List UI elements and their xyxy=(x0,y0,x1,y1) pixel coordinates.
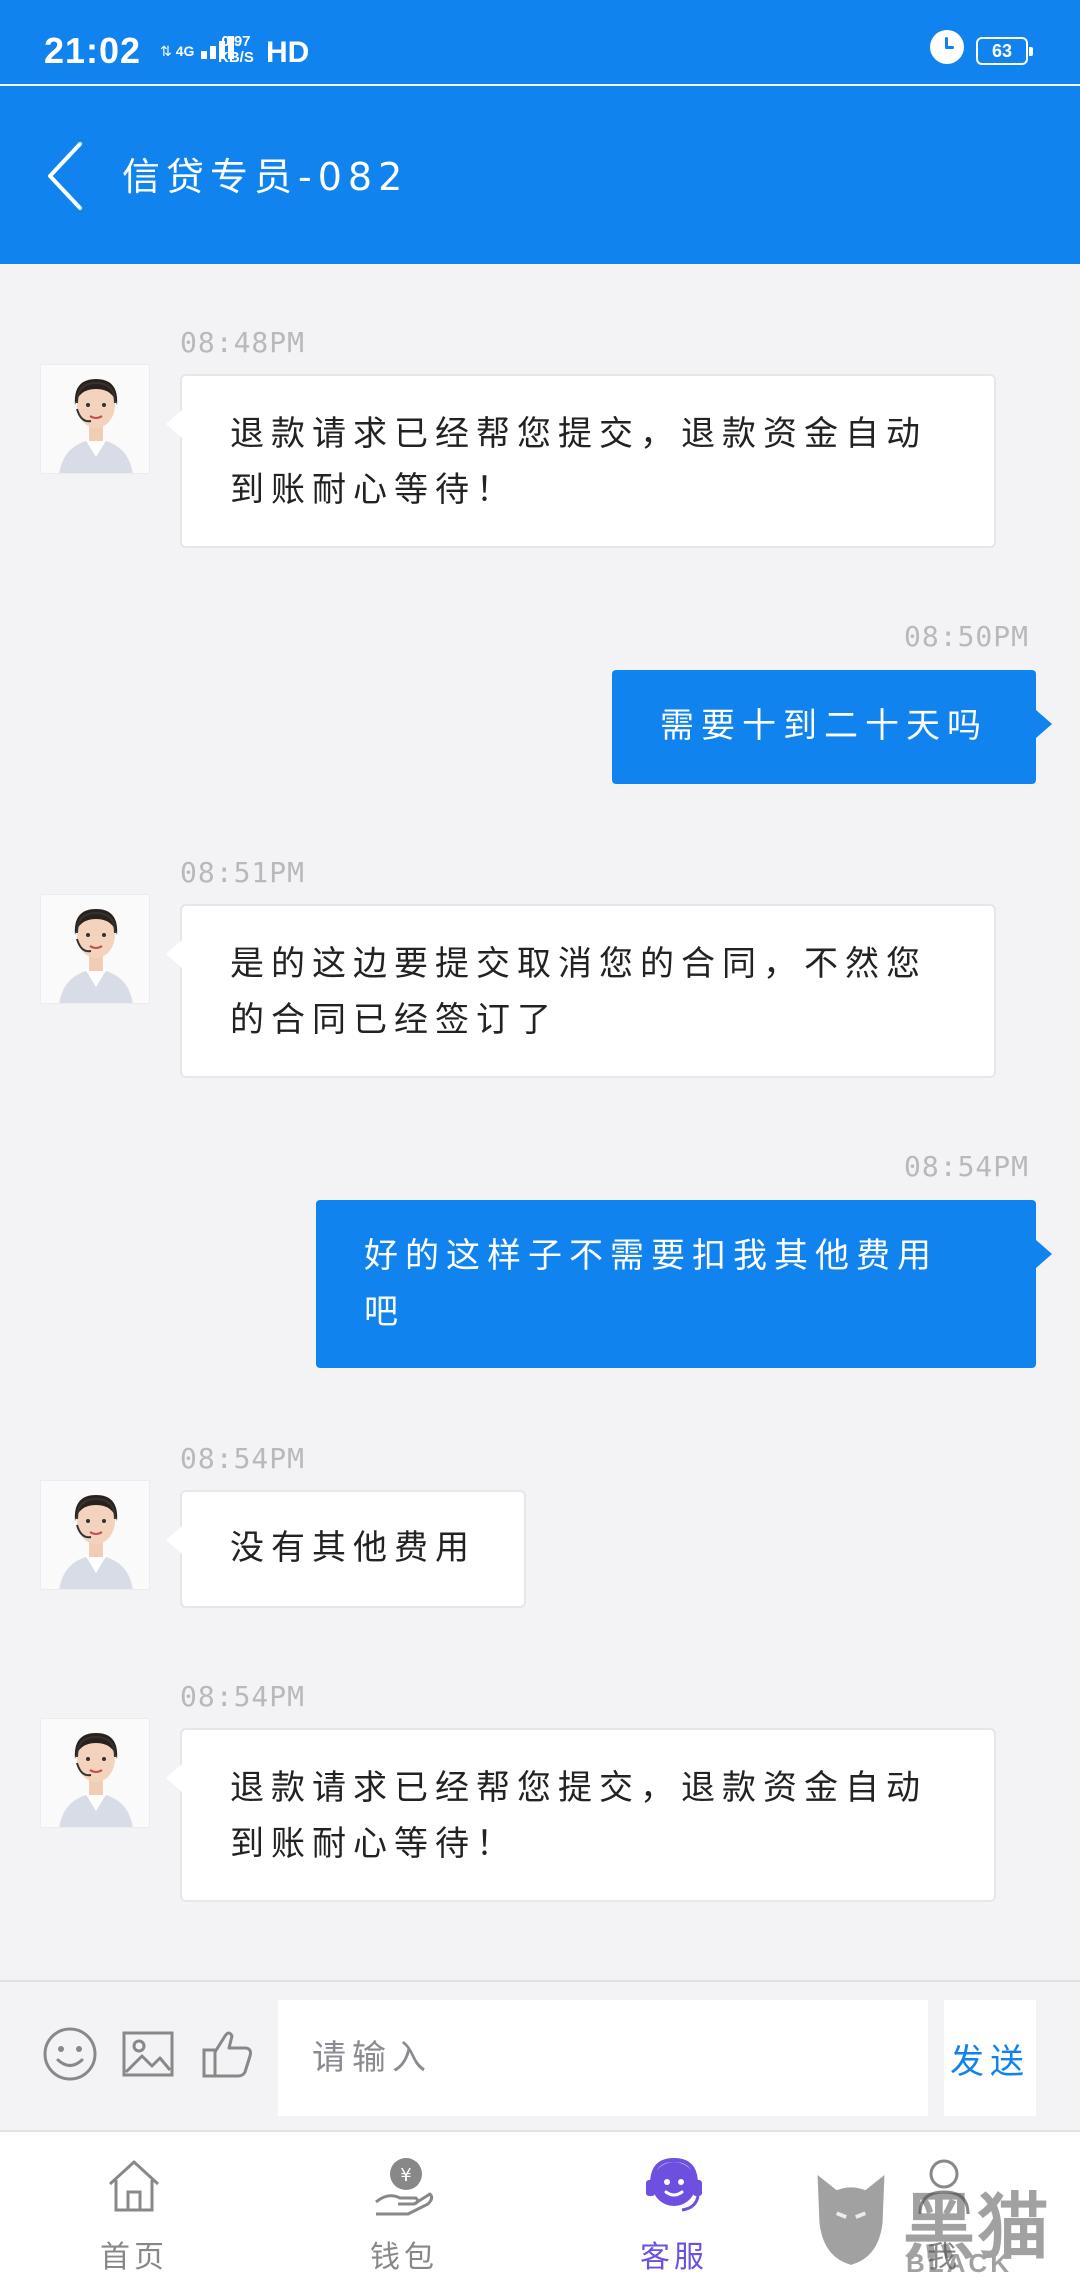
message-bubble[interactable]: 是的这边要提交取消您的合同，不然您 的合同已经签订了 xyxy=(166,904,996,1078)
message-line: 没有其他费用 xyxy=(230,1528,476,1568)
agent-avatar xyxy=(40,1480,150,1590)
wallet-icon: ¥ xyxy=(368,2150,440,2222)
emoji-button[interactable] xyxy=(40,2024,100,2084)
thumbs-up-icon xyxy=(202,2031,252,2078)
nav-item-home[interactable]: 首页 xyxy=(44,2132,224,2280)
network-type: 4G xyxy=(175,43,195,59)
message-line: 需要十到二十天吗 xyxy=(660,706,988,746)
message-line: 的合同已经签订了 xyxy=(230,1000,558,1040)
nav-item-wallet[interactable]: ¥ 钱包 xyxy=(314,2132,494,2280)
agent-photo xyxy=(41,895,149,1003)
message-bubble[interactable]: 好的这样子不需要扣我其他费用 吧 xyxy=(316,1200,1052,1368)
svg-text:¥: ¥ xyxy=(400,2165,411,2186)
message-bubble[interactable]: 退款请求已经帮您提交，退款资金自动 到账耐心等待！ xyxy=(166,374,996,548)
agent-photo xyxy=(41,365,149,473)
watermark-subtext: BLACK CAT xyxy=(906,2248,1012,2280)
hd-indicator: HD xyxy=(266,36,310,69)
message-timestamp: 08:54PM xyxy=(904,1150,1030,1183)
message-line: 退款请求已经帮您提交，退款资金自动 xyxy=(230,1768,927,1808)
message-timestamp: 08:54PM xyxy=(180,1680,306,1713)
message-input[interactable] xyxy=(278,2000,928,2116)
nav-label: 首页 xyxy=(100,2240,168,2275)
home-icon xyxy=(98,2150,170,2222)
message-timestamp: 08:54PM xyxy=(180,1442,306,1475)
agent-photo xyxy=(41,1481,149,1589)
message-line: 退款请求已经帮您提交，退款资金自动 xyxy=(230,414,927,454)
message-timestamp: 08:48PM xyxy=(180,326,306,359)
message-bubble[interactable]: 需要十到二十天吗 xyxy=(612,670,1052,784)
message-timestamp: 08:50PM xyxy=(904,620,1030,653)
back-button[interactable] xyxy=(38,136,98,216)
emoji-icon xyxy=(43,2027,97,2081)
chevron-left-icon xyxy=(48,142,82,210)
message-bubble[interactable]: 退款请求已经帮您提交，退款资金自动 到账耐心等待！ xyxy=(166,1728,996,1902)
agent-avatar xyxy=(40,894,150,1004)
send-button[interactable]: 发送 xyxy=(944,2000,1036,2116)
nav-label: 客服 xyxy=(640,2240,708,2275)
message-line: 是的这边要提交取消您的合同，不然您 xyxy=(230,944,927,984)
chat-header: 信贷专员-082 xyxy=(0,86,1080,264)
status-bar: 21:02 ⇅ 4G 0.97 KB/S HD 63 xyxy=(0,0,1080,84)
message-line: 到账耐心等待！ xyxy=(230,470,517,510)
message-bubble[interactable]: 没有其他费用 xyxy=(166,1490,526,1608)
chat-area[interactable]: 08:48PM 退款请求已经帮您提交，退款资金自动 到账耐心等待！ 08:50P… xyxy=(0,264,1080,1980)
black-cat-watermark: 黑猫 BLACK CAT xyxy=(808,2160,1080,2280)
network-speed: 0.97 KB/S xyxy=(218,34,254,66)
image-button[interactable] xyxy=(118,2024,178,2084)
nav-item-customer-service[interactable]: 客服 xyxy=(584,2132,764,2280)
message-timestamp: 08:51PM xyxy=(180,856,306,889)
agent-photo xyxy=(41,1719,149,1827)
alarm-icon xyxy=(930,30,964,64)
nav-label: 钱包 xyxy=(370,2240,438,2275)
battery-indicator: 63 xyxy=(976,37,1033,65)
speed-unit: KB/S xyxy=(218,49,254,66)
customer-service-icon xyxy=(638,2150,710,2222)
status-time: 21:02 xyxy=(44,30,142,71)
agent-avatar xyxy=(40,1718,150,1828)
message-line: 到账耐心等待！ xyxy=(230,1824,517,1864)
cat-logo-icon xyxy=(817,2175,885,2265)
page-title: 信贷专员-082 xyxy=(122,155,409,199)
agent-avatar xyxy=(40,364,150,474)
data-arrows-icon: ⇅ xyxy=(160,44,172,60)
speed-value: 0.97 xyxy=(221,33,251,50)
message-line: 吧 xyxy=(364,1292,405,1332)
message-input-bar: 发送 xyxy=(0,1980,1080,2130)
message-line: 好的这样子不需要扣我其他费用 xyxy=(364,1236,938,1276)
image-icon xyxy=(122,2031,174,2077)
like-button[interactable] xyxy=(198,2024,258,2084)
